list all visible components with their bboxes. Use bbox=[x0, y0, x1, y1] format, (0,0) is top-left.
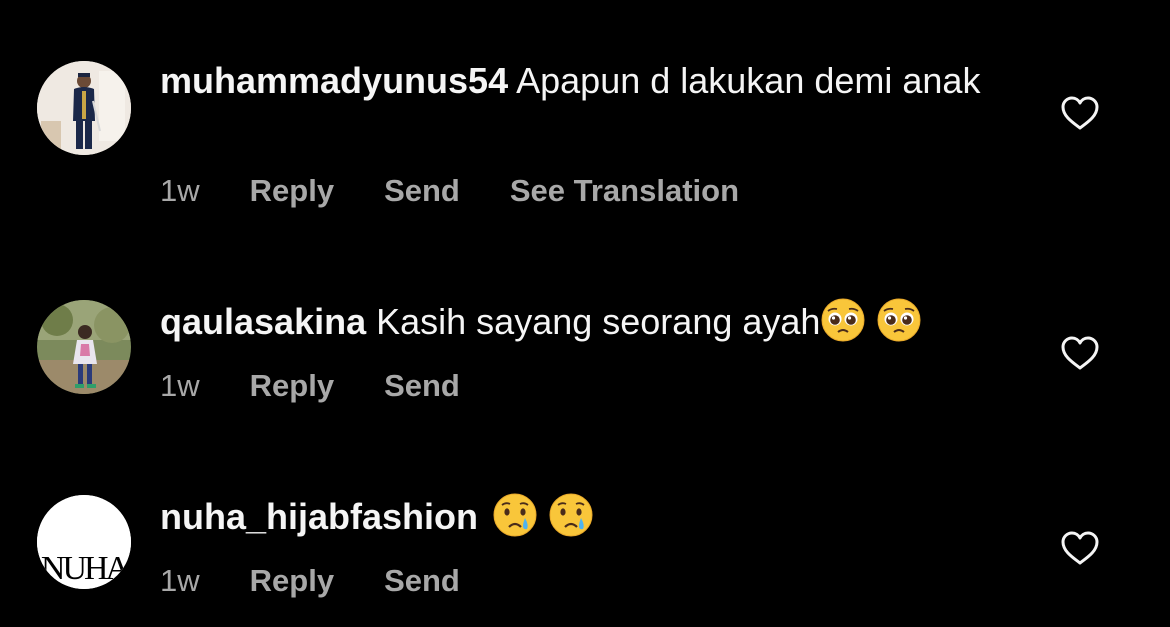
comment-username[interactable]: qaulasakina bbox=[160, 301, 366, 342]
comment-actions: 1w Reply Send See Translation bbox=[160, 173, 789, 209]
uniformed-man-avatar-image bbox=[37, 61, 131, 155]
comment-username[interactable]: nuha_hijabfashion bbox=[160, 496, 478, 537]
child-photo-avatar-image bbox=[37, 300, 131, 394]
heart-outline-icon[interactable] bbox=[1060, 95, 1100, 131]
crying-face-emoji bbox=[493, 493, 537, 537]
nuha-logo-text: NUHA bbox=[41, 550, 131, 587]
comment-body: Apapun d lakukan demi anak bbox=[516, 60, 981, 101]
avatar[interactable] bbox=[37, 300, 131, 394]
comment-actions: 1w Reply Send bbox=[160, 368, 510, 404]
send-button[interactable]: Send bbox=[384, 368, 460, 404]
heart-outline-icon[interactable] bbox=[1060, 335, 1100, 371]
pleading-face-emoji bbox=[821, 298, 865, 342]
send-button[interactable]: Send bbox=[384, 173, 460, 209]
comment-text-block: qaulasakina Kasih sayang seorang ayah bbox=[160, 297, 1020, 344]
comment-username[interactable]: muhammadyunus54 bbox=[160, 60, 508, 101]
nuha-logo-avatar-image: NUHA bbox=[37, 495, 131, 589]
reply-button[interactable]: Reply bbox=[250, 368, 334, 404]
avatar[interactable]: NUHA bbox=[37, 495, 131, 589]
comment-actions: 1w Reply Send bbox=[160, 563, 510, 599]
comment-time: 1w bbox=[160, 173, 200, 208]
comment-body: Kasih sayang seorang ayah bbox=[376, 301, 821, 342]
avatar[interactable] bbox=[37, 61, 131, 155]
crying-face-emoji bbox=[549, 493, 593, 537]
reply-button[interactable]: Reply bbox=[250, 173, 334, 209]
see-translation-button[interactable]: See Translation bbox=[510, 173, 739, 209]
reply-button[interactable]: Reply bbox=[250, 563, 334, 599]
send-button[interactable]: Send bbox=[384, 563, 460, 599]
pleading-face-emoji bbox=[877, 298, 921, 342]
comment-text-block: nuha_hijabfashion bbox=[160, 492, 1020, 539]
comment-time: 1w bbox=[160, 368, 200, 403]
heart-outline-icon[interactable] bbox=[1060, 530, 1100, 566]
comment-text-block: muhammadyunus54 Apapun d lakukan demi an… bbox=[160, 58, 1020, 103]
comment-time: 1w bbox=[160, 563, 200, 598]
